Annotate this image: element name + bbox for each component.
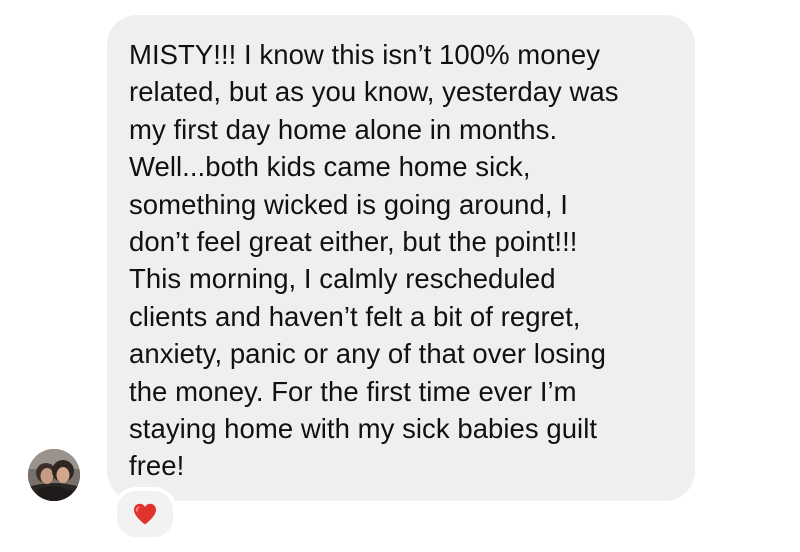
message-line: free! [129,450,185,482]
reaction-badge[interactable] [113,487,177,541]
profile-photo-icon [28,449,80,501]
message-line: related, but as you know, yesterday was [129,76,619,108]
message-text: MISTY!!! I know this isn’t 100% money re… [129,36,677,485]
chat-thread: MISTY!!! I know this isn’t 100% money re… [0,0,800,552]
message-line: Well...both kids came home sick, [129,151,531,183]
message-line: don’t feel great either, but the point!!… [129,226,578,258]
message-line: staying home with my sick babies guilt [129,413,598,445]
message-line: anxiety, panic or any of that over losin… [129,338,606,370]
message-line: something wicked is going around, I [129,188,568,220]
sender-avatar[interactable] [28,449,80,501]
message-line: clients and haven’t felt a bit of regret… [129,300,581,332]
message-line: This morning, I calmly rescheduled [129,263,556,295]
message-line: MISTY!!! I know this isn’t 100% money [129,39,601,70]
message-line: the money. For the first time ever I’m [129,375,577,407]
message-line: my first day home alone in months. [129,113,558,145]
message-bubble[interactable]: MISTY!!! I know this isn’t 100% money re… [107,15,695,501]
red-heart-icon [134,503,156,525]
